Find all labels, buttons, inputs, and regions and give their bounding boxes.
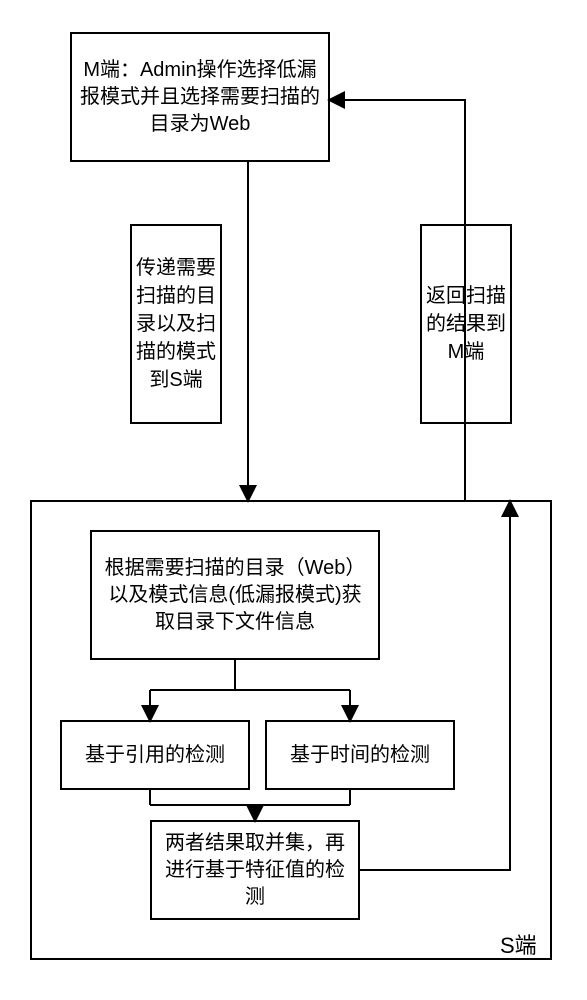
m-admin-box: M端：Admin操作选择低漏报模式并且选择需要扫描的目录为Web <box>70 32 330 162</box>
union-text: 两者结果取并集，再进行基于特征值的检测 <box>160 830 350 911</box>
union-box: 两者结果取并集，再进行基于特征值的检测 <box>150 820 360 920</box>
detect-time-box: 基于时间的检测 <box>265 720 455 790</box>
return-to-m-box: 返回扫描的结果到M端 <box>420 224 512 424</box>
detect-ref-box: 基于引用的检测 <box>60 720 250 790</box>
detect-time-text: 基于时间的检测 <box>290 742 430 769</box>
s-side-label: S端 <box>500 928 537 960</box>
get-info-text: 根据需要扫描的目录（Web）以及模式信息(低漏报模式)获取目录下文件信息 <box>100 555 370 636</box>
m-admin-text: M端：Admin操作选择低漏报模式并且选择需要扫描的目录为Web <box>80 57 320 138</box>
pass-to-s-text: 传递需要扫描的目录以及扫描的模式到S端 <box>136 254 216 394</box>
get-info-box: 根据需要扫描的目录（Web）以及模式信息(低漏报模式)获取目录下文件信息 <box>90 530 380 660</box>
detect-ref-text: 基于引用的检测 <box>85 742 225 769</box>
return-to-m-text: 返回扫描的结果到M端 <box>426 282 506 366</box>
pass-to-s-box: 传递需要扫描的目录以及扫描的模式到S端 <box>130 224 222 424</box>
